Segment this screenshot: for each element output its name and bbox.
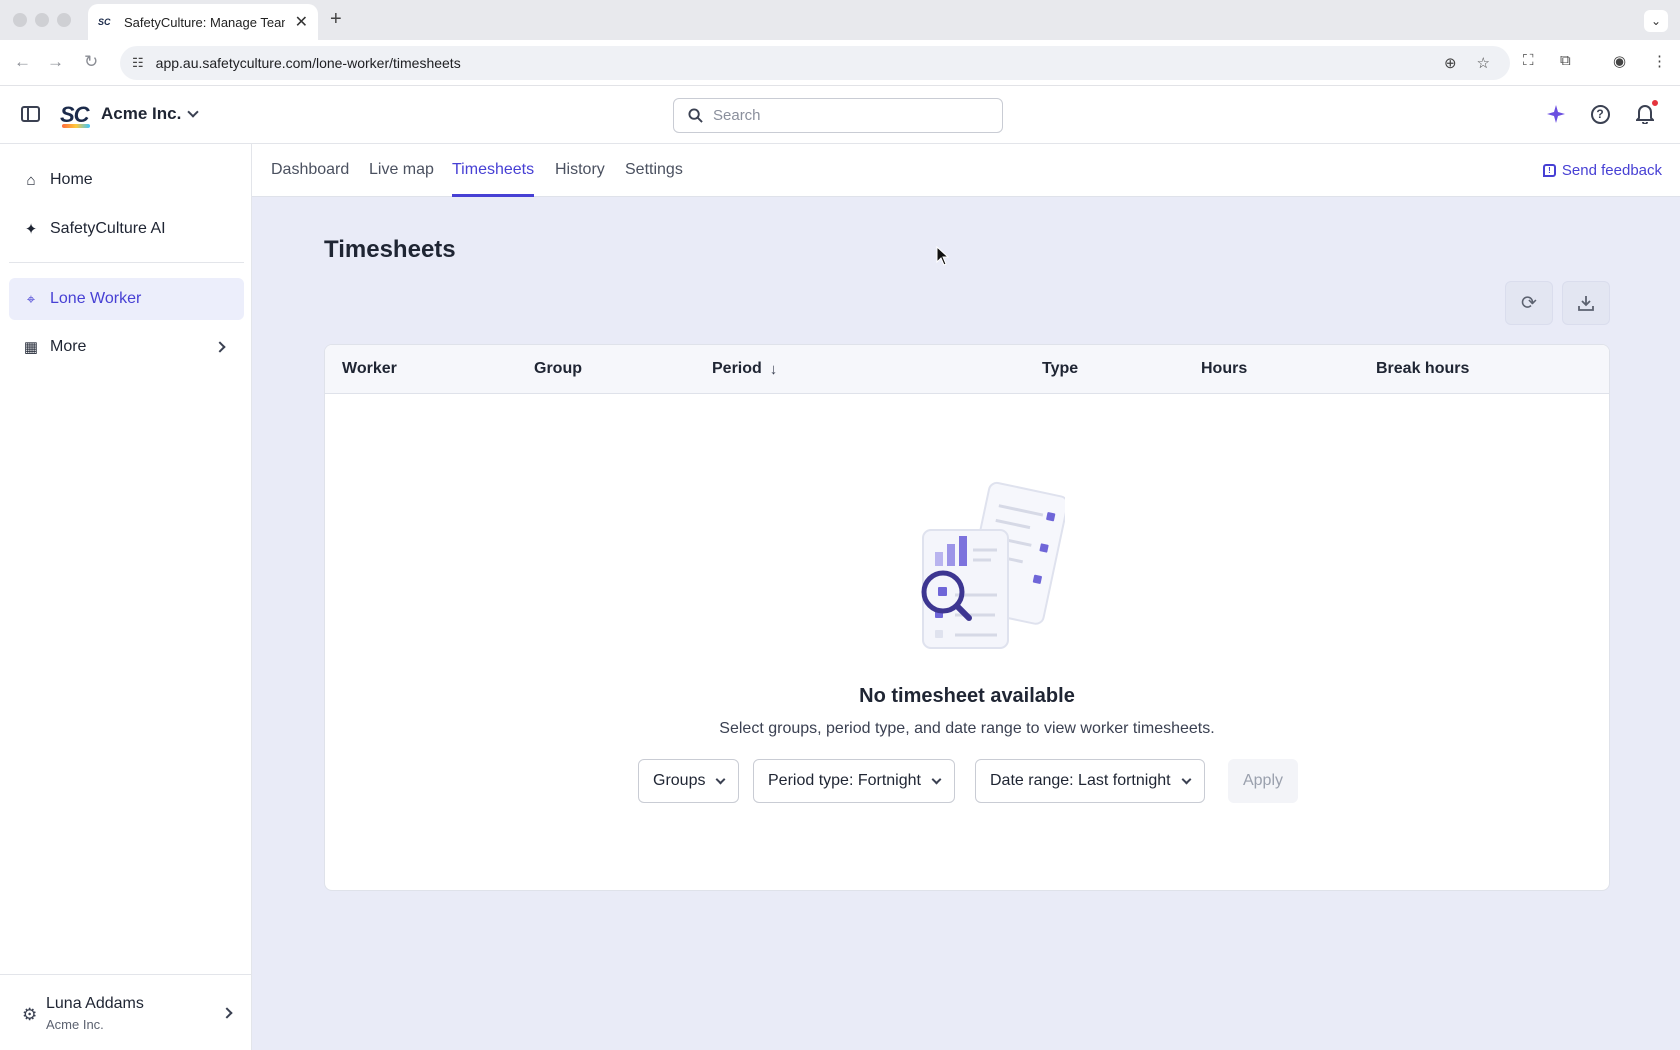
sidebar-item-label: More [50, 338, 87, 355]
search-icon [688, 108, 703, 123]
download-button[interactable] [1562, 281, 1610, 325]
empty-state-illustration-icon [921, 481, 1065, 649]
sidebar-item-safetyculture-ai[interactable]: ✦ SafetyCulture AI [9, 208, 244, 250]
column-group[interactable]: Group [534, 360, 582, 378]
column-period-label: Period [712, 360, 762, 377]
date-range-dropdown[interactable]: Date range: Last fortnight [975, 759, 1205, 803]
window-close-button[interactable] [13, 13, 27, 27]
address-bar[interactable]: ☷ app.au.safetyculture.com/lone-worker/t… [120, 46, 1510, 80]
bookmark-star-icon[interactable]: ☆ [1477, 54, 1490, 72]
empty-state-subtitle: Select groups, period type, and date ran… [719, 720, 1215, 737]
url-text[interactable]: app.au.safetyculture.com/lone-worker/tim… [156, 55, 1444, 71]
column-worker[interactable]: Worker [342, 360, 397, 378]
sidebar-divider [9, 262, 244, 263]
apply-button[interactable]: Apply [1228, 759, 1298, 803]
sidebar-item-more[interactable]: ▦ More [9, 326, 244, 368]
sidebar: ⌂ Home ✦ SafetyCulture AI ⌖ Lone Worker … [0, 144, 252, 1050]
tab-history[interactable]: History [555, 144, 605, 197]
column-hours[interactable]: Hours [1201, 360, 1247, 378]
profile-icon[interactable]: ◉ [1613, 52, 1626, 70]
new-tab-icon[interactable]: + [330, 8, 342, 31]
user-name: Luna Addams [46, 995, 144, 1012]
forward-arrow-icon[interactable]: → [47, 52, 64, 72]
sidebar-item-label: SafetyCulture AI [50, 220, 166, 237]
tab-timesheets[interactable]: Timesheets [452, 144, 535, 197]
safetyculture-favicon-icon: SC [98, 17, 111, 27]
org-name: Acme Inc. [101, 104, 182, 123]
groups-filter-dropdown[interactable]: Groups [638, 759, 740, 803]
lone-worker-tabs: Dashboard Live map Timesheets History Se… [252, 144, 1680, 197]
screen-capture-icon[interactable]: ⛶ [1523, 52, 1534, 69]
refresh-button[interactable]: ⟳ [1505, 281, 1553, 325]
user-org: Acme Inc. [46, 1017, 104, 1032]
column-period[interactable]: Period ↓ [712, 360, 777, 378]
page-title: Timesheets [324, 236, 456, 263]
table-header: Worker Group Period ↓ Type Hours Break h… [325, 345, 1609, 394]
chevron-right-icon [221, 1007, 233, 1019]
grid-icon: ▦ [23, 339, 39, 356]
reload-icon[interactable]: ↻ [84, 52, 98, 72]
date-range-label: Date range: Last fortnight [990, 772, 1171, 789]
period-type-dropdown[interactable]: Period type: Fortnight [753, 759, 955, 803]
window-zoom-button[interactable] [57, 13, 71, 27]
feedback-icon: ! [1542, 164, 1556, 177]
browser-tab-title: SafetyCulture: Manage Teams [124, 14, 285, 30]
logo-stripe [62, 124, 90, 128]
browser-menu-icon[interactable]: ⋮ [1652, 52, 1667, 70]
search-placeholder: Search [713, 107, 761, 124]
notification-bell-icon[interactable] [1634, 99, 1659, 125]
download-icon [1578, 296, 1594, 311]
chevron-right-icon [214, 341, 226, 353]
home-icon: ⌂ [26, 171, 36, 189]
close-tab-icon[interactable]: ✕ [295, 12, 308, 32]
mouse-cursor-icon [936, 246, 950, 266]
chevron-down-icon [716, 774, 726, 784]
site-info-icon[interactable]: ☷ [132, 55, 144, 71]
notification-dot [1651, 99, 1659, 107]
tab-settings[interactable]: Settings [625, 144, 683, 197]
refresh-icon: ⟳ [1521, 292, 1537, 314]
chevron-down-icon [187, 106, 199, 118]
sort-arrow-down-icon: ↓ [769, 360, 778, 378]
safetyculture-logo[interactable]: SC [60, 102, 92, 128]
groups-filter-label: Groups [653, 772, 706, 789]
main-content: Dashboard Live map Timesheets History Se… [252, 144, 1680, 1050]
timesheets-table: Worker Group Period ↓ Type Hours Break h… [324, 344, 1610, 891]
gear-icon: ⚙ [22, 1005, 38, 1024]
back-arrow-icon[interactable]: ← [14, 52, 31, 72]
browser-tab-bar: SC SafetyCulture: Manage Teams ✕ + ⌄ [0, 0, 1680, 40]
sidebar-item-lone-worker[interactable]: ⌖ Lone Worker [9, 278, 244, 320]
empty-state-title: No timesheet available [859, 685, 1075, 707]
send-feedback-label: Send feedback [1561, 162, 1662, 179]
sidebar-item-label: Home [50, 171, 93, 188]
window-minimize-button[interactable] [35, 13, 49, 27]
app-header: SC Acme Inc. Search ? [0, 86, 1680, 144]
tab-live-map[interactable]: Live map [369, 144, 434, 197]
sidebar-item-home[interactable]: ⌂ Home [9, 159, 244, 201]
column-break-hours[interactable]: Break hours [1376, 360, 1469, 378]
extensions-icon[interactable]: ⧉ [1560, 52, 1571, 69]
sparkle-icon: ✦ [24, 221, 38, 238]
chevron-down-icon [1181, 774, 1192, 784]
period-type-label: Period type: Fortnight [768, 772, 921, 789]
zoom-icon[interactable]: ⊕ [1444, 54, 1457, 72]
help-icon[interactable]: ? [1589, 103, 1611, 125]
search-input[interactable]: Search [673, 98, 1003, 133]
map-pin-icon: ⌖ [26, 290, 36, 308]
tab-dashboard[interactable]: Dashboard [271, 144, 349, 197]
sidebar-item-label: Lone Worker [50, 290, 142, 307]
org-switcher[interactable]: Acme Inc. [101, 104, 199, 124]
column-type[interactable]: Type [1042, 360, 1078, 378]
browser-tab[interactable]: SC SafetyCulture: Manage Teams ✕ [88, 4, 318, 40]
user-menu[interactable]: ⚙ Luna Addams Acme Inc. [0, 974, 251, 1050]
chevron-down-icon [931, 774, 942, 784]
browser-toolbar: ← → ↻ ☷ app.au.safetyculture.com/lone-wo… [0, 40, 1680, 86]
send-feedback-link[interactable]: ! Send feedback [1542, 162, 1662, 179]
sidebar-toggle-icon[interactable] [21, 106, 40, 122]
tab-search-chevron-icon[interactable]: ⌄ [1644, 10, 1668, 32]
ai-sparkle-icon[interactable] [1545, 103, 1567, 125]
